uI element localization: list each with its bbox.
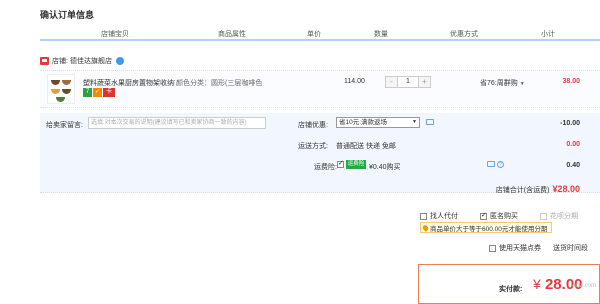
- watermark: itcui.com: [572, 283, 596, 289]
- column-headers: 店铺宝贝 商品属性 单价 数量 优惠方式 小计: [40, 27, 600, 41]
- page-title: 确认订单信息: [40, 10, 95, 20]
- installment-checkbox: [540, 212, 547, 220]
- chat-icon[interactable]: [487, 161, 495, 167]
- insurance-checkbox[interactable]: [337, 159, 344, 168]
- insurance-badge: 运费险: [346, 160, 366, 169]
- item-promotion-label: 省76:周群购: [480, 80, 518, 87]
- item-subtotal: 38.00: [562, 78, 580, 85]
- shop-total: 店铺合计(含运费) ¥28.00: [496, 184, 580, 195]
- anonymous-label: 匿名购买: [490, 213, 518, 220]
- item-badges: 7 ✓ 卡: [83, 88, 115, 97]
- anonymous-option[interactable]: 匿名购买: [480, 211, 518, 221]
- currency-symbol: ¥: [533, 276, 541, 292]
- shop-discount-label: 店铺优惠:: [298, 122, 328, 129]
- item-promotion-select[interactable]: 省76:周群购 ▼: [480, 78, 525, 88]
- tmall-points-checkbox[interactable]: [489, 244, 496, 252]
- insurance-label: 运费险:: [314, 164, 337, 171]
- shop-label: 店铺:: [52, 58, 68, 65]
- wangwang-chat-icon[interactable]: [115, 57, 124, 65]
- shop-total-value: ¥28.00: [552, 184, 580, 194]
- message-label: 给卖家留言:: [46, 122, 83, 129]
- item-thumbnail[interactable]: [47, 74, 75, 104]
- thumbnail-bowl-icon: [62, 89, 71, 94]
- seller-message-input[interactable]: 选填:对本次交易的说明(建议填写已和卖家协商一致的内容): [88, 117, 266, 129]
- order-item-row: 塑料蔬菜水果厨房置物架收纳筐... 7 ✓ 卡 颜色分类：圆形(三层咖啡色 11…: [40, 70, 600, 108]
- col-subtotal: 小计: [541, 31, 555, 38]
- shipping-label: 运送方式:: [298, 143, 328, 150]
- quantity-input[interactable]: 1: [397, 77, 419, 87]
- chat-icon[interactable]: [426, 119, 434, 125]
- order-options-panel: 给卖家留言: 选填:对本次交易的说明(建议填写已和卖家协商一致的内容) 店铺优惠…: [40, 113, 600, 193]
- tmall-points-option[interactable]: 使用天猫点券: [489, 243, 541, 253]
- thumbnail-bowl-icon: [51, 80, 60, 85]
- seven-day-return-icon: 7: [83, 88, 92, 97]
- quantity-decrease-button[interactable]: -: [386, 77, 397, 87]
- installment-label: 花呗分期: [550, 213, 578, 220]
- shop-row: 店铺: 德佳达旗舰店: [40, 55, 124, 67]
- col-quantity: 数量: [374, 31, 388, 38]
- col-promotion: 优惠方式: [450, 31, 478, 38]
- shipping-method: 普通配送 快递 免邮: [336, 143, 396, 150]
- col-unit-price: 单价: [307, 31, 321, 38]
- insurance-amount: 0.40: [566, 162, 580, 169]
- col-shop-item: 店铺宝贝: [101, 31, 129, 38]
- chevron-down-icon: ▼: [519, 81, 525, 87]
- location-pin-icon: [421, 223, 430, 232]
- proxy-pay-checkbox[interactable]: [420, 212, 427, 220]
- help-icon[interactable]: ?: [497, 161, 504, 168]
- shipping-amount: 0.00: [566, 141, 580, 148]
- quantity-increase-button[interactable]: +: [419, 77, 430, 87]
- thumbnail-bowl-icon: [51, 89, 60, 94]
- col-attributes: 商品属性: [218, 31, 246, 38]
- shop-discount-amount: -10.00: [560, 120, 580, 127]
- item-title[interactable]: 塑料蔬菜水果厨房置物架收纳筐...: [83, 78, 175, 88]
- insurance-price: ¥0.40购买: [369, 164, 401, 171]
- shop-name[interactable]: 德佳达旗舰店: [70, 56, 112, 66]
- thumbnail-bowl-icon: [62, 80, 71, 85]
- item-attributes: 颜色分类：圆形(三层咖啡色: [176, 80, 263, 87]
- anonymous-checkbox[interactable]: [480, 211, 487, 220]
- delivery-time-link[interactable]: 送货时间段: [553, 243, 588, 253]
- quantity-stepper: - 1 +: [385, 76, 431, 88]
- item-unit-price: 114.00: [344, 78, 365, 85]
- installment-note: 商品单价大于等于600.00元才能使用分期: [420, 222, 553, 233]
- order-option-checkboxes: 找人代付 匿名购买 花呗分期: [420, 211, 578, 221]
- shop-total-label: 店铺合计(含运费): [495, 187, 550, 194]
- proxy-pay-option[interactable]: 找人代付: [420, 211, 458, 221]
- proxy-pay-label: 找人代付: [430, 213, 458, 220]
- credit-card-icon: 卡: [103, 88, 115, 97]
- thumbnail-bowl-icon: [56, 97, 65, 102]
- payment-label: 实付款:: [499, 286, 523, 293]
- shop-icon: [40, 57, 49, 65]
- guarantee-icon: ✓: [93, 88, 102, 97]
- shop-discount-select[interactable]: 省10元:满款返场: [336, 117, 420, 128]
- installment-note-text: 商品单价大于等于600.00元才能使用分期: [430, 225, 548, 233]
- tmall-points-label: 使用天猫点券: [499, 245, 541, 252]
- installment-option: 花呗分期: [540, 211, 578, 221]
